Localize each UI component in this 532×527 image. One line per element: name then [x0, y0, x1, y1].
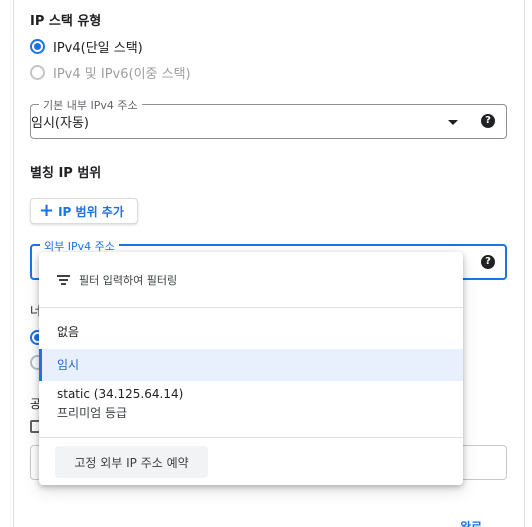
chevron-down-icon: [448, 120, 458, 125]
plus-icon: +: [39, 200, 55, 221]
dropdown-option-none[interactable]: 없음: [39, 316, 463, 348]
add-ip-range-button[interactable]: + IP 범위 추가: [30, 198, 138, 224]
help-icon[interactable]: ?: [481, 114, 495, 128]
internal-ipv4-legend: 기본 내부 IPv4 주소: [39, 97, 142, 113]
reserve-static-ip-button[interactable]: 고정 외부 IP 주소 예약: [55, 446, 208, 478]
dropdown-divider: [39, 437, 463, 438]
dropdown-option-label: 임시: [57, 358, 80, 372]
reserve-static-ip-label: 고정 외부 IP 주소 예약: [74, 455, 189, 470]
add-ip-range-label: IP 범위 추가: [58, 204, 124, 219]
internal-ipv4-value: 임시(자동): [31, 116, 89, 131]
filter-icon: [57, 274, 70, 285]
filter-input[interactable]: 필터 입력하여 필터링: [39, 252, 463, 308]
dropdown-option-label: 없음: [57, 325, 80, 339]
dropdown-option-static[interactable]: static (34.125.64.14) 프리미엄 등급: [39, 387, 463, 431]
alias-ip-ranges-title: 별칭 IP 범위: [30, 166, 102, 181]
radio-button-selected[interactable]: [30, 39, 45, 54]
dropdown-option-ephemeral[interactable]: 임시: [39, 349, 463, 381]
right-border: [524, 0, 525, 527]
radio-label-ipv4-single: IPv4(단일 스택): [53, 41, 143, 56]
filter-placeholder: 필터 입력하여 필터링: [79, 273, 178, 287]
dropdown-option-label: static (34.125.64.14): [57, 387, 184, 401]
radio-label-ipv4-dual: IPv4 및 IPv6(이중 스택): [53, 67, 191, 82]
ip-stack-title: IP 스택 유형: [30, 14, 102, 29]
radio-ipv4-dual: IPv4 및 IPv6(이중 스택): [30, 63, 191, 82]
dropdown-option-sublabel: 프리미엄 등급: [57, 406, 128, 420]
internal-ipv4-select[interactable]: 기본 내부 IPv4 주소 임시(자동) ?: [30, 97, 507, 139]
done-link[interactable]: 완료: [460, 518, 482, 527]
help-icon[interactable]: ?: [481, 255, 495, 269]
radio-button-disabled: [30, 65, 45, 80]
radio-ipv4-single[interactable]: IPv4(단일 스택): [30, 37, 143, 56]
external-ip-dropdown: 필터 입력하여 필터링 없음 임시 static (34.125.64.14) …: [39, 252, 463, 485]
left-border: [13, 0, 14, 527]
